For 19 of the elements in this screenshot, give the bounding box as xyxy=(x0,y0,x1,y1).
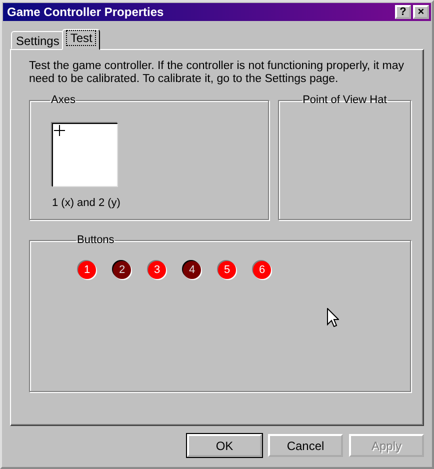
intro-text: Test the game controller. If the controller is not functioning properly, it may need to be calibrated. To calibrate it, go to the Settings page. xyxy=(29,60,405,86)
button-indicator: 3 xyxy=(148,261,166,279)
group-title: Buttons xyxy=(76,234,116,246)
group-title: Point of View Hat xyxy=(302,94,388,106)
button-indicator: 5 xyxy=(218,261,236,279)
button-indicator: 4 xyxy=(183,261,201,279)
axes-caption: 1 (x) and 2 (y) xyxy=(52,197,122,209)
window-title: Game Controller Properties xyxy=(7,5,164,19)
button-indicator: 2 xyxy=(113,261,131,279)
tab[interactable]: Test xyxy=(62,29,100,50)
button-indicator: 1 xyxy=(78,261,96,279)
close-button[interactable]: × xyxy=(413,5,429,19)
tab[interactable]: Settings xyxy=(11,31,64,49)
mouse-pointer-icon xyxy=(327,308,339,327)
dialog-button[interactable]: OK xyxy=(187,434,262,457)
dialog-button[interactable]: Cancel xyxy=(268,434,343,457)
help-button[interactable]: ? xyxy=(395,5,411,19)
button-indicator: 6 xyxy=(253,261,271,279)
group-title: Axes xyxy=(50,94,76,106)
